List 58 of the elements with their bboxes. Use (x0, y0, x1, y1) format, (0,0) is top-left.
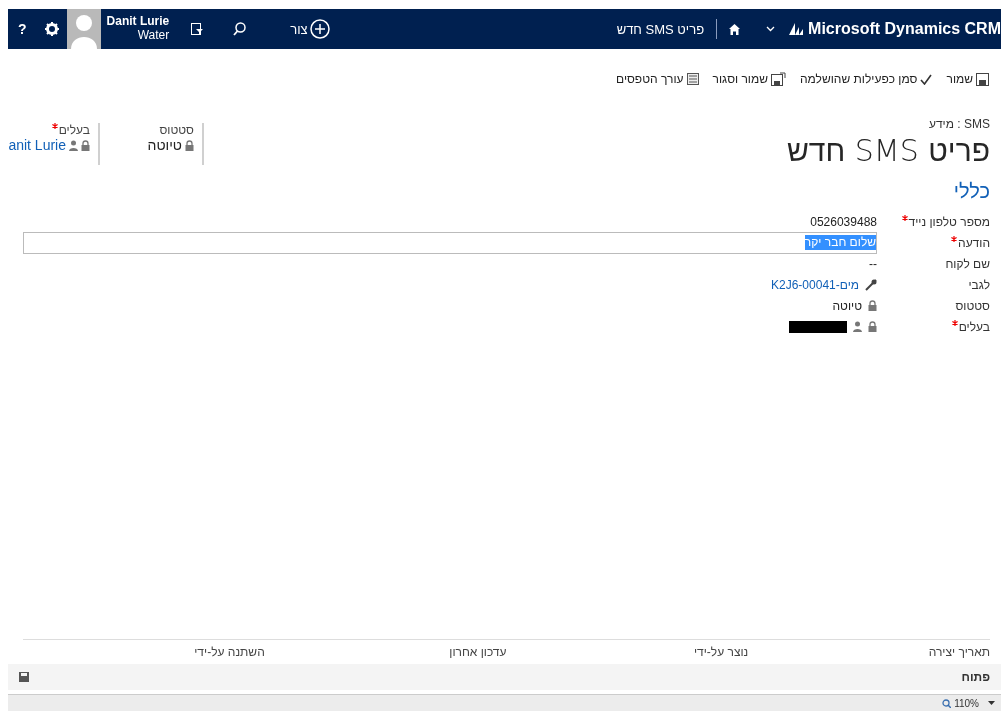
help-button[interactable]: ? (8, 21, 37, 37)
entity-label: SMS : מידע (928, 117, 990, 131)
lock-icon (185, 139, 194, 151)
person-icon (69, 139, 78, 151)
field-value: 0526039488 (810, 214, 877, 229)
save-icon[interactable] (19, 672, 29, 682)
field-label: שם לקוח (944, 256, 990, 271)
header-label: סטטוס (159, 123, 194, 137)
home-icon[interactable] (729, 23, 741, 35)
lock-icon (868, 321, 877, 332)
field-label: סטטוס (954, 298, 990, 313)
header-value: טיוטה (147, 137, 194, 153)
section-title: כללי (952, 180, 991, 203)
regarding-link[interactable]: מים-K2J6-00041 (771, 277, 877, 292)
user-name[interactable]: Danit Lurie (106, 15, 170, 29)
filter-list-icon (191, 22, 204, 36)
person-icon (853, 321, 862, 332)
command-button[interactable]: עורך הטפסים (616, 67, 699, 91)
check-icon (920, 73, 933, 85)
field-value: טיוטה (832, 298, 877, 313)
save-close-icon (771, 72, 786, 86)
field-label: לגבי (967, 277, 990, 292)
field-label: מספר טלפון נייד (877, 214, 990, 229)
command-button[interactable]: שמור וסגור (712, 67, 786, 91)
settings-icon (44, 22, 59, 36)
wrench-icon (865, 278, 877, 291)
logo-icon (789, 23, 804, 35)
redacted-value (789, 320, 847, 333)
header-value[interactable]: anit Lurie (8, 137, 90, 153)
column-header: עדכון אחרון (448, 645, 507, 659)
column-header: נוצר על-ידי (692, 645, 749, 659)
field-label: בעלים (877, 319, 990, 334)
header-label: בעלים (51, 123, 90, 137)
lock-icon (868, 300, 877, 311)
command-button[interactable]: סמן כפעילות שהושלמה (800, 67, 933, 91)
breadcrumb[interactable]: פריט SMS חדש (616, 21, 705, 37)
form-title: פריט SMS חדש (786, 133, 990, 168)
column-header: השתנה על-ידי (193, 645, 265, 659)
create-label: צור (290, 21, 308, 37)
command-button[interactable]: שמור (946, 67, 989, 91)
plus-circle-icon (309, 19, 330, 39)
caret-icon (988, 701, 995, 705)
status-text: פתוח (961, 670, 990, 684)
field-value: -- (869, 256, 877, 271)
save-icon (976, 72, 989, 86)
form-icon (686, 73, 699, 85)
avatar[interactable] (66, 9, 101, 49)
user-org[interactable]: Water (137, 29, 170, 43)
chevron-icon[interactable] (766, 26, 776, 32)
create-button[interactable]: צור (282, 19, 338, 39)
lock-icon (81, 139, 90, 151)
search-icon (233, 22, 247, 36)
field-label: הודעה (877, 235, 990, 250)
silhouette-icon (70, 13, 97, 49)
brand-link[interactable]: Microsoft Dynamics CRM (781, 20, 1001, 38)
column-header: תאריך יצירה (927, 645, 990, 659)
magnifier-icon (942, 698, 952, 708)
zoom-control[interactable]: 110% (942, 697, 995, 709)
